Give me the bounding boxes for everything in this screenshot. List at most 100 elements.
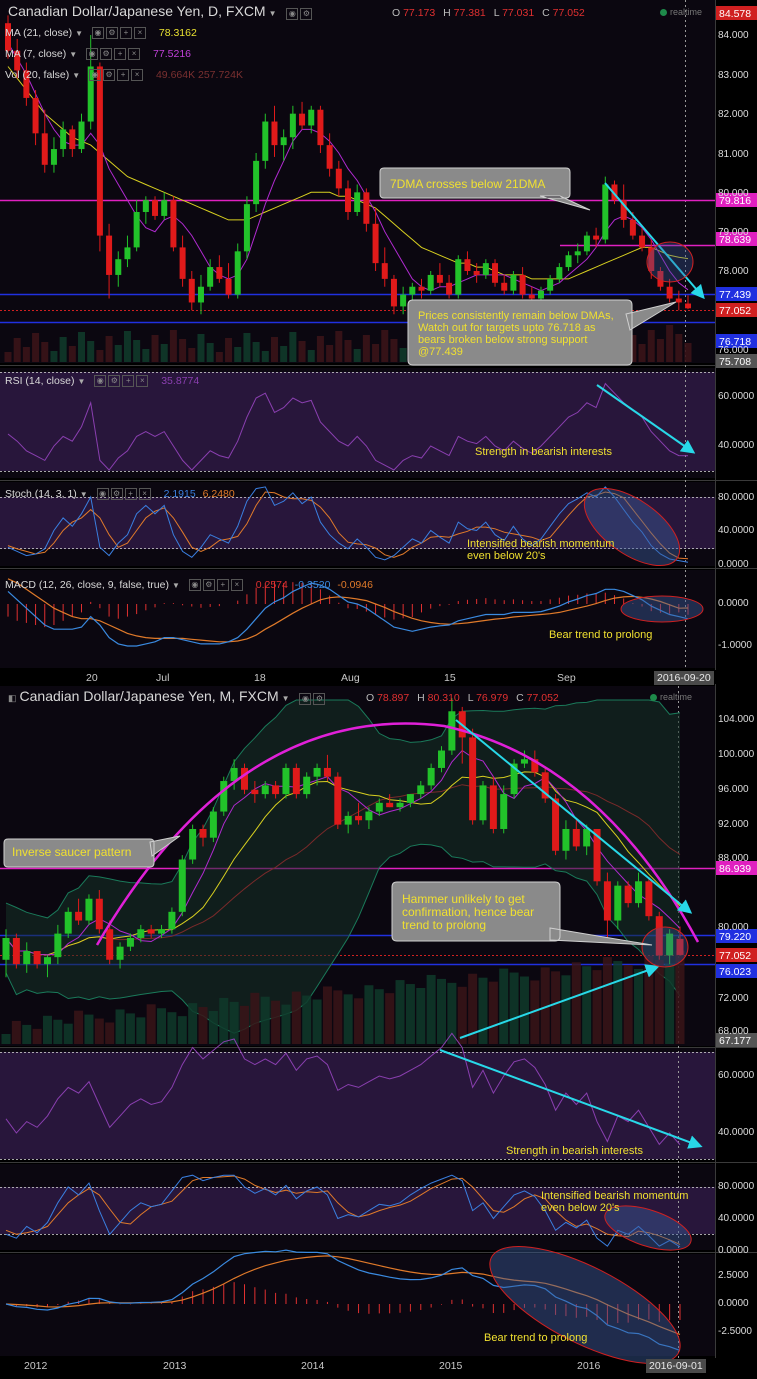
daily-x-label: 20	[86, 672, 98, 684]
y-tick-label: 83.000	[718, 70, 749, 81]
monthly-chart-title[interactable]: ◧ Canadian Dollar/Japanese Yen, M, FXCM ▼ …	[8, 688, 327, 705]
monthly-volume-bar	[354, 998, 364, 1044]
chart-type-icon[interactable]: ◧	[8, 693, 17, 703]
chevron-down-icon[interactable]: ▼	[77, 377, 85, 386]
monthly-candle	[220, 776, 228, 816]
daily-candle-body	[243, 204, 250, 252]
monthly-candle-body	[479, 785, 487, 821]
monthly-candle-body	[635, 881, 643, 904]
monthly-candle-body	[552, 798, 560, 851]
daily-volume-bar	[344, 340, 352, 362]
monthly-volume-bar	[437, 978, 447, 1044]
monthly-candle-body	[23, 951, 31, 965]
daily-title-text: Canadian Dollar/Japanese Yen, D, FXCM	[8, 3, 266, 19]
daily-vol-legend[interactable]: Vol (20, false) ▼ ◉ ⚙ + × 49.664K 257.724K	[5, 69, 243, 82]
daily-stoch-legend[interactable]: Stoch (14, 3, 1) ▼ ◉ ⚙ + × 2.1915 6.2480	[5, 488, 235, 501]
eye-icon[interactable]: ◉	[286, 7, 299, 20]
daily-candle-body	[547, 278, 554, 291]
chevron-down-icon[interactable]: ▼	[172, 581, 180, 590]
daily-volume-bar	[353, 349, 361, 362]
monthly-candle-body	[303, 776, 311, 795]
monthly-volume-bar	[333, 990, 343, 1044]
y-tick-label: 60.0000	[718, 391, 755, 402]
monthly-candle-body	[313, 767, 321, 777]
monthly-candle-body	[147, 929, 155, 934]
monthly-volume-bar	[53, 1019, 63, 1044]
monthly-candle-body	[624, 885, 632, 904]
monthly-candle-body	[2, 937, 10, 960]
monthly-candle-body	[645, 881, 653, 917]
monthly-volume-bar	[416, 988, 426, 1044]
monthly-candle-body	[54, 933, 62, 958]
chevron-down-icon[interactable]: ▼	[72, 71, 80, 80]
monthly-volume-bar	[499, 968, 509, 1044]
monthly-candle-body	[469, 737, 477, 821]
monthly-candle-body	[583, 828, 591, 847]
monthly-candle-body	[355, 815, 363, 821]
vol-controls[interactable]: ◉ ⚙ + ×	[89, 69, 145, 82]
monthly-candle-body	[562, 828, 570, 851]
daily-level-tag-label: 77.052	[719, 305, 751, 317]
y-tick-label: 78.000	[718, 266, 749, 277]
monthly-candle-body	[520, 759, 528, 764]
chevron-down-icon[interactable]: ▼	[80, 490, 88, 499]
daily-volume-bar	[22, 347, 30, 362]
callout-dma-targets-text: Prices consistently remain below DMAs, W…	[418, 310, 614, 358]
monthly-candle-body	[282, 767, 290, 795]
daily-chart-title[interactable]: Canadian Dollar/Japanese Yen, D, FXCM ▼ ◉…	[8, 3, 314, 20]
chevron-down-icon[interactable]: ▼	[69, 50, 77, 59]
daily-stoch-annotation: Intensified bearish momentum even below …	[467, 538, 615, 562]
chevron-down-icon[interactable]: ▼	[269, 9, 277, 18]
monthly-volume-bar	[551, 971, 561, 1044]
daily-ma21-legend[interactable]: MA (21, close) ▼ ◉ ⚙ + × 78.3162	[5, 27, 197, 40]
monthly-candle-body	[386, 802, 394, 808]
daily-candle-body	[161, 200, 168, 216]
monthly-candle	[12, 933, 20, 969]
daily-macd-legend[interactable]: MACD (12, 26, close, 9, false, true) ▼ ◉ ⚙…	[5, 579, 373, 592]
daily-candle-body	[335, 168, 342, 189]
y-tick-label: 2.5000	[718, 1270, 749, 1281]
y-tick-label: 88.000	[718, 853, 749, 864]
daily-volume-bar	[252, 342, 260, 362]
monthly-candle-body	[292, 767, 300, 795]
monthly-volume-bar	[302, 995, 312, 1044]
daily-candle-body	[60, 129, 67, 150]
monthly-candle	[64, 907, 72, 938]
ma7-controls[interactable]: ◉ ⚙ + ×	[86, 48, 142, 61]
daily-candle-body	[207, 267, 214, 287]
monthly-candle	[541, 767, 549, 803]
daily-candle-body	[482, 263, 489, 275]
daily-candle-body	[593, 235, 600, 240]
monthly-volume-bar	[395, 980, 405, 1044]
monthly-volume-bar	[571, 962, 581, 1044]
daily-rsi-annotation: Strength in bearish interests	[475, 446, 612, 458]
y-tick-label: 82.000	[718, 109, 749, 120]
daily-candle-body	[262, 121, 269, 161]
monthly-candle-body	[137, 929, 145, 938]
ma21-controls[interactable]: ◉ ⚙ + ×	[91, 27, 148, 40]
daily-title-controls[interactable]: ◉ ⚙	[286, 4, 314, 20]
daily-volume-bar	[105, 336, 113, 362]
daily-candle-body	[602, 184, 609, 240]
y-tick-label: 0.0000	[718, 1245, 749, 1256]
y-tick-label: 80.0000	[718, 492, 755, 503]
daily-volume-bar	[123, 331, 131, 362]
monthly-candle-body	[209, 811, 217, 838]
monthly-candle	[645, 876, 653, 921]
daily-candle-body	[390, 278, 397, 307]
daily-rsi-legend[interactable]: RSI (14, close) ▼ ◉ ⚙ + × 35.8774	[5, 375, 199, 388]
settings-icon[interactable]: ⚙	[300, 7, 313, 20]
daily-volume-bar	[280, 346, 288, 362]
monthly-candle-body	[344, 815, 352, 825]
y-tick-label: 40.0000	[718, 440, 755, 451]
chevron-down-icon[interactable]: ▼	[75, 29, 83, 38]
monthly-level-tag: 76.023	[716, 964, 757, 978]
daily-candle-body	[78, 121, 85, 150]
daily-ma7-legend[interactable]: MA (7, close) ▼ ◉ ⚙ + × 77.5216	[5, 48, 191, 61]
monthly-volume-bar	[219, 997, 229, 1044]
daily-candle-body	[436, 274, 443, 283]
monthly-volume-bar	[592, 970, 602, 1044]
daily-candle-body	[170, 200, 177, 248]
monthly-hammer-ellipse	[641, 926, 689, 968]
chevron-down-icon[interactable]: ▼	[282, 694, 290, 703]
